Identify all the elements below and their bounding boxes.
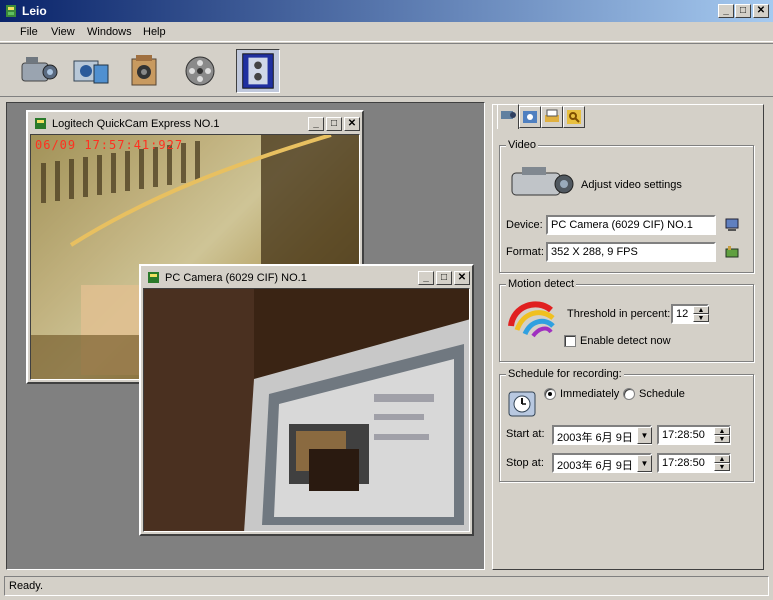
window-2-minimize-button[interactable]: _ — [418, 271, 434, 285]
tab-key[interactable] — [563, 106, 585, 128]
schedule-radio[interactable] — [623, 388, 635, 400]
camera-window-2[interactable]: PC Camera (6029 CIF) NO.1 _ □ ✕ — [139, 264, 474, 536]
immediately-radio[interactable] — [544, 388, 556, 400]
surveillance-button[interactable] — [236, 49, 280, 93]
camcorder-button[interactable] — [16, 49, 60, 93]
stop-at-label: Stop at: — [506, 457, 544, 469]
adjust-video-label[interactable]: Adjust video settings — [581, 179, 682, 191]
camera-1-timestamp: 06/09 17:57:41:927 — [35, 138, 184, 152]
color-wheel-icon — [508, 301, 555, 338]
camcorder-icon — [21, 57, 58, 82]
surveillance-icon — [242, 53, 274, 89]
maximize-button[interactable]: □ — [735, 4, 751, 18]
app-icon — [6, 5, 16, 17]
enable-detect-checkbox[interactable] — [564, 335, 576, 347]
window-1-minimize-button[interactable]: _ — [308, 117, 324, 131]
immediately-label[interactable]: Immediately — [560, 388, 619, 400]
stop-time-up-button[interactable]: ▲ — [714, 455, 730, 463]
close-button[interactable]: ✕ — [753, 4, 769, 18]
settings-tab-icon — [523, 111, 537, 123]
start-time-up-button[interactable]: ▲ — [714, 427, 730, 435]
menu-view[interactable]: View — [51, 26, 75, 38]
format-field[interactable]: 352 X 288, 9 FPS — [546, 242, 716, 262]
schedule-group-label: Schedule for recording: — [506, 368, 624, 380]
format-label: Format: — [506, 246, 544, 258]
app-title-bar: Leio _ □ ✕ — [0, 0, 773, 22]
film-reel-icon — [185, 56, 215, 86]
stop-time-down-button[interactable]: ▼ — [714, 463, 730, 471]
menu-bar: File View Windows Help — [0, 22, 773, 42]
tab-settings[interactable] — [519, 106, 541, 128]
window-2-close-button[interactable]: ✕ — [454, 271, 470, 285]
start-date-dropdown-button[interactable]: ▼ — [637, 427, 652, 444]
start-at-label: Start at: — [506, 428, 545, 440]
vintage-camera-icon — [131, 55, 157, 86]
camera-2-video-image — [144, 289, 469, 531]
app-title: Leio — [22, 4, 47, 18]
window-1-maximize-button[interactable]: □ — [326, 117, 342, 131]
vintage-camera-button[interactable] — [124, 49, 168, 93]
status-bar: Ready. — [4, 576, 769, 596]
printer-tab-icon — [545, 109, 559, 122]
menu-file[interactable]: File — [20, 26, 38, 38]
device-label: Device: — [506, 219, 543, 231]
camera-window-2-titlebar[interactable]: PC Camera (6029 CIF) NO.1 _ □ ✕ — [143, 268, 470, 288]
camera-window-icon — [148, 272, 159, 283]
threshold-down-button[interactable]: ▼ — [693, 314, 709, 322]
motion-group-label: Motion detect — [506, 278, 577, 290]
webcam-icon — [73, 60, 109, 84]
tab-video[interactable] — [497, 104, 519, 129]
menu-windows[interactable]: Windows — [87, 26, 132, 38]
camera-window-icon — [35, 118, 46, 129]
video-camcorder-icon — [511, 167, 574, 196]
window-2-maximize-button[interactable]: □ — [436, 271, 452, 285]
window-1-close-button[interactable]: ✕ — [344, 117, 360, 131]
minimize-button[interactable]: _ — [718, 4, 734, 18]
toolbar — [0, 43, 773, 97]
tab-print[interactable] — [541, 106, 563, 128]
device-field[interactable]: PC Camera (6029 CIF) NO.1 — [546, 215, 716, 235]
status-text: Ready. — [9, 580, 44, 592]
device-select-icon[interactable] — [724, 217, 740, 233]
start-time-down-button[interactable]: ▼ — [714, 435, 730, 443]
stop-date-dropdown-button[interactable]: ▼ — [637, 455, 652, 472]
camera-tab-icon — [501, 111, 516, 119]
menu-help[interactable]: Help — [143, 26, 166, 38]
film-reel-button[interactable] — [178, 49, 222, 93]
camera-window-2-title: PC Camera (6029 CIF) NO.1 — [165, 272, 307, 284]
schedule-label[interactable]: Schedule — [639, 388, 685, 400]
camera-window-1-titlebar[interactable]: Logitech QuickCam Express NO.1 _ □ ✕ — [30, 114, 360, 134]
camera-2-video-feed — [143, 288, 470, 532]
key-tab-icon — [567, 110, 581, 124]
threshold-up-button[interactable]: ▲ — [693, 306, 709, 314]
camera-window-1-title: Logitech QuickCam Express NO.1 — [52, 118, 220, 130]
enable-detect-label[interactable]: Enable detect now — [580, 335, 671, 347]
video-group-label: Video — [506, 139, 538, 151]
stopwatch-icon — [508, 391, 536, 417]
threshold-label: Threshold in percent: — [567, 308, 671, 320]
webcam-button[interactable] — [70, 49, 114, 93]
format-select-icon[interactable] — [724, 244, 740, 260]
